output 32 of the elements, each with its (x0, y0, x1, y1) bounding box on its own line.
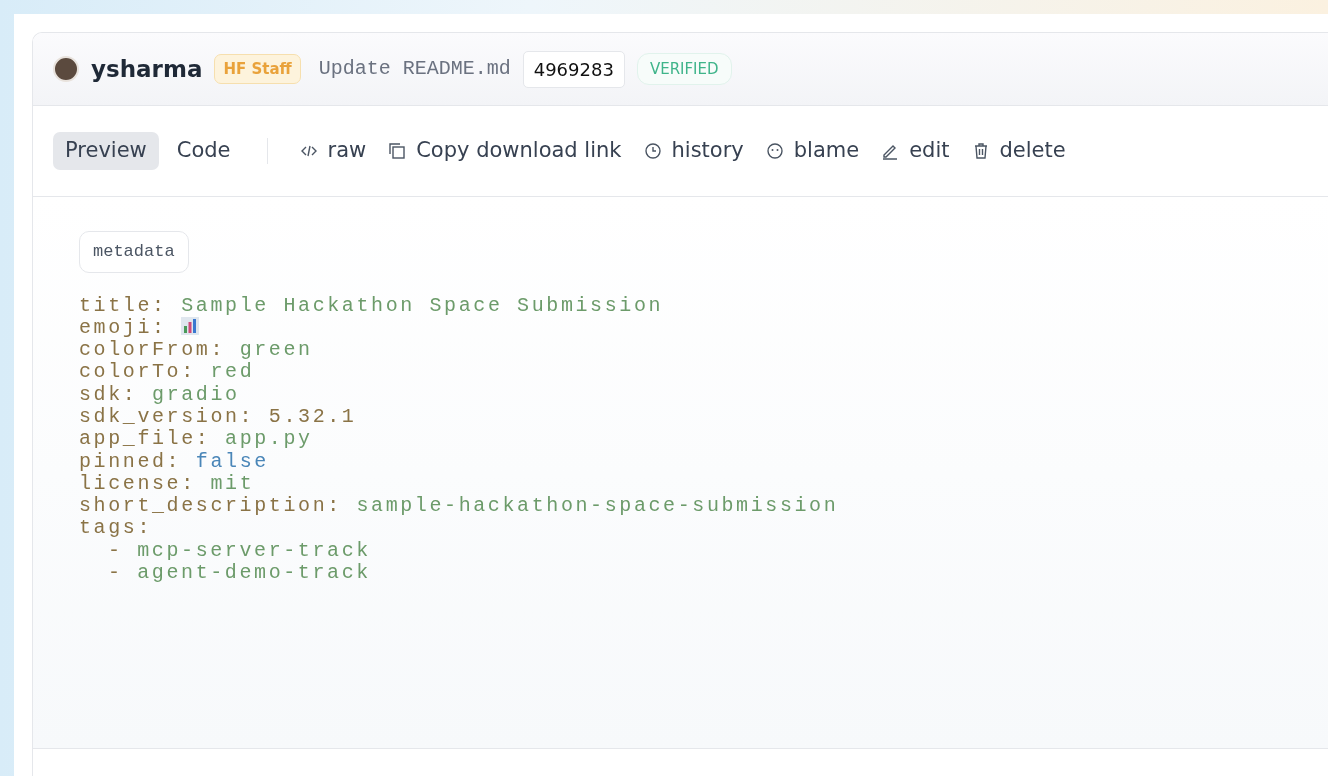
view-tab[interactable]: Code (164, 132, 243, 170)
action-link[interactable]: history (635, 133, 752, 169)
yaml-line: title: Sample Hackathon Space Submission (79, 294, 665, 317)
yaml-list-item: - agent-demo-track (107, 562, 372, 585)
staff-badge: HF Staff (214, 53, 301, 85)
action-link[interactable]: blame (757, 133, 868, 169)
face-icon (765, 142, 784, 160)
action-link[interactable]: Copy download link (380, 133, 630, 169)
yaml-line: colorTo: red (79, 361, 256, 384)
username[interactable]: ysharma (91, 51, 203, 87)
clock-icon (643, 142, 662, 160)
commit-hash[interactable]: 4969283 (522, 50, 625, 88)
yaml-line: sdk: gradio (79, 383, 241, 406)
yaml-line: pinned: false (79, 450, 270, 473)
yaml-line: colorFrom: green (79, 339, 314, 362)
action-link[interactable]: delete (963, 133, 1074, 169)
yaml-line: short_description: sample-hackathon-space-submission (79, 495, 840, 518)
avatar-icon (53, 56, 79, 82)
action-link[interactable]: edit (873, 133, 958, 169)
yaml-list-item: - mcp-server-track (107, 539, 372, 563)
yaml-line: app_file: app.py (79, 428, 314, 451)
copy-icon (388, 142, 407, 160)
yaml-line: sdk_version: 5.32.1 (79, 406, 358, 429)
view-tab[interactable]: Preview (53, 132, 159, 170)
verified-badge: VERIFIED (636, 52, 732, 86)
metadata-tag: metadata (79, 231, 189, 273)
bar-chart-icon (181, 316, 200, 335)
yaml-key: emoji: (79, 315, 167, 339)
action-link[interactable]: raw (291, 133, 375, 169)
commit-message: Update README.md (318, 56, 511, 82)
yaml-line: license: mit (79, 472, 256, 496)
yaml-line: tags: (79, 517, 153, 540)
